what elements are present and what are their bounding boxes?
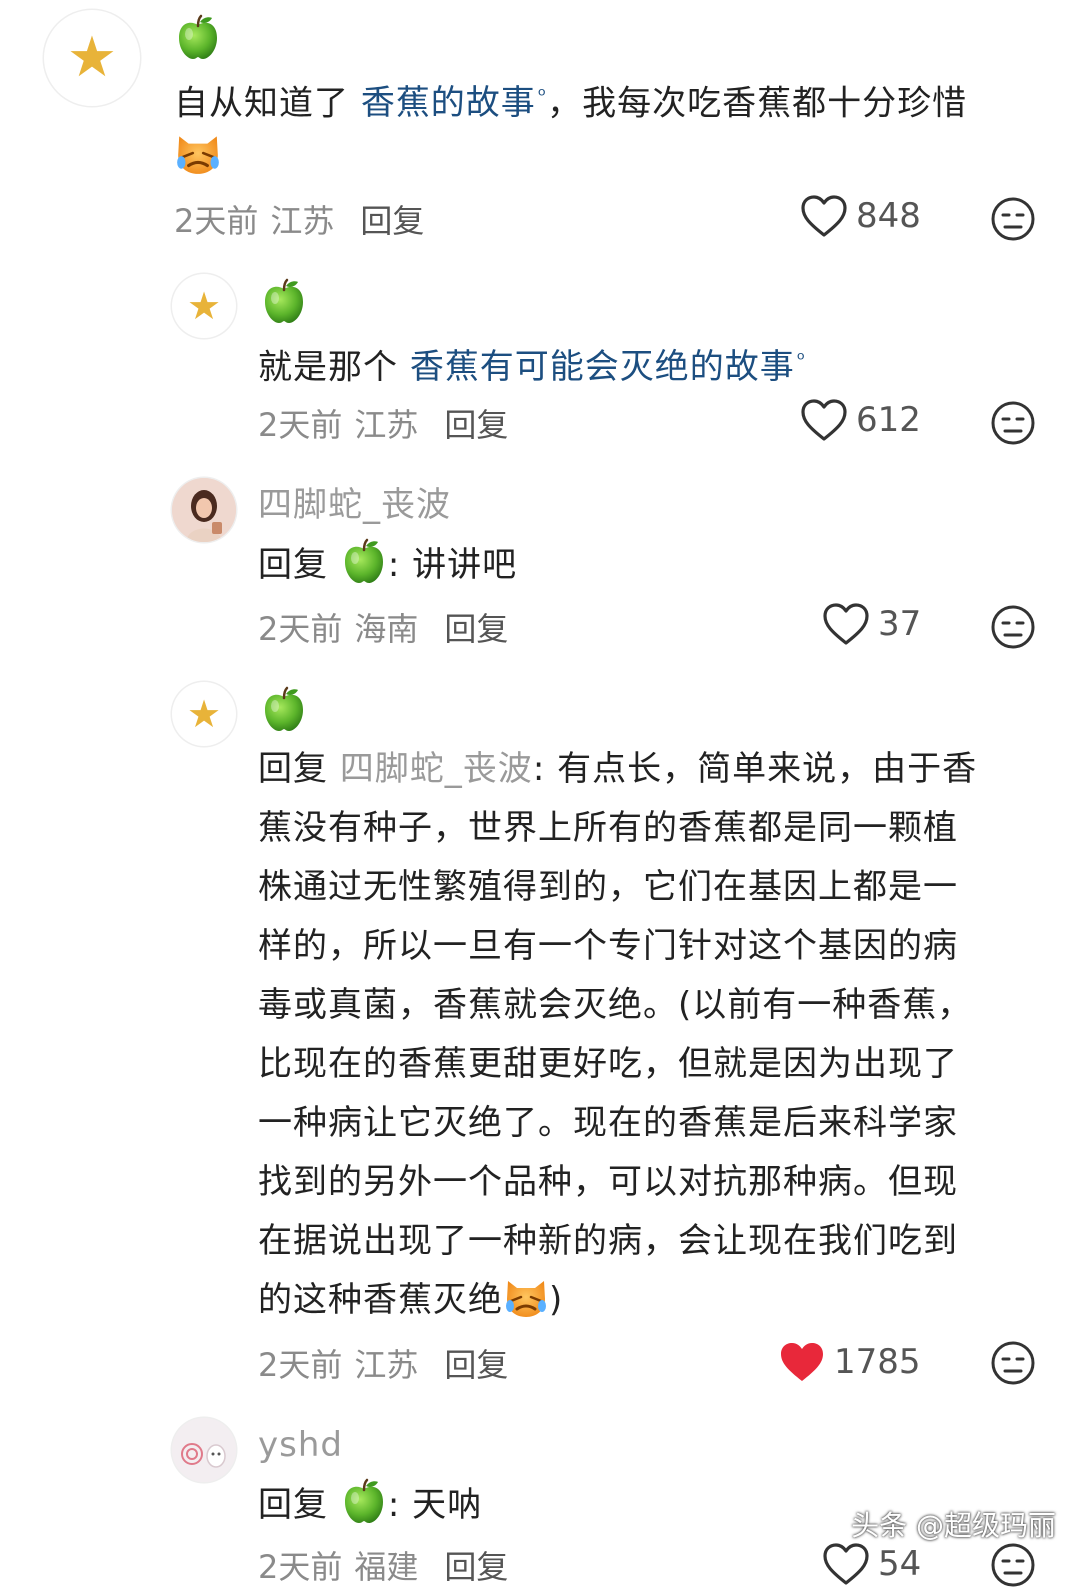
comment-location: 福建: [354, 1548, 419, 1586]
reply-prefix: 回复: [258, 1485, 328, 1525]
search-icon: ᵒ: [537, 83, 548, 107]
like-count: 54: [878, 1544, 922, 1584]
heart-icon: [800, 398, 848, 442]
star-icon: ★: [186, 284, 222, 328]
comment-time: 2天前: [258, 610, 343, 648]
apple-username-icon[interactable]: [342, 538, 386, 584]
dislike-icon[interactable]: [990, 604, 1036, 650]
dislike-icon[interactable]: [990, 400, 1036, 446]
search-link-label: 香蕉的故事: [360, 83, 536, 124]
reply-button[interactable]: 回复: [444, 406, 508, 444]
comment-meta: 2天前 江苏 回复: [258, 400, 508, 446]
comment-line: 样的，所以一旦有一个专门针对这个基因的病: [258, 926, 958, 966]
dislike-icon[interactable]: [990, 196, 1036, 242]
comment-text: 回复 : 讲讲吧: [258, 538, 517, 590]
comment-time: 2天前: [258, 1548, 343, 1586]
reply-to-username[interactable]: 四脚蛇_丧波: [340, 749, 533, 789]
dislike-icon[interactable]: [990, 1542, 1036, 1588]
comment-line-text: 的这种香蕉灭绝: [258, 1280, 503, 1320]
comment-text: 自从知道了 香蕉的故事 ᵒ，我每次吃香蕉都十分珍惜: [174, 70, 967, 128]
comment-line: 的这种香蕉灭绝): [258, 1271, 1038, 1330]
comment-meta: 2天前 江苏 回复: [174, 196, 424, 242]
comment-location: 江苏: [354, 406, 419, 444]
search-link[interactable]: 香蕉有可能会灭绝的故事 ᵒ: [410, 347, 806, 387]
comment-line: 一种病让它灭绝了。现在的香蕉是后来科学家: [258, 1103, 958, 1143]
avatar[interactable]: ★: [172, 274, 236, 338]
comment-text: 就是那个 香蕉有可能会灭绝的故事 ᵒ: [258, 334, 806, 392]
reply-button[interactable]: 回复: [444, 610, 508, 648]
heart-icon: [822, 602, 870, 646]
apple-username-icon[interactable]: [176, 14, 220, 60]
like-button[interactable]: 54: [822, 1542, 921, 1586]
comment-text-body: : 讲讲吧: [387, 545, 518, 585]
like-count: 1785: [834, 1342, 921, 1382]
apple-username-icon[interactable]: [342, 1478, 386, 1524]
avatar[interactable]: ★: [44, 10, 140, 106]
reply-prefix: 回复: [258, 749, 328, 789]
avatar[interactable]: [172, 1418, 236, 1482]
avatar[interactable]: ★: [172, 682, 236, 746]
comment-time: 2天前: [258, 1346, 343, 1384]
reply-button[interactable]: 回复: [360, 202, 424, 240]
profile-photo: [172, 478, 236, 542]
search-link[interactable]: 香蕉的故事 ᵒ: [361, 83, 547, 123]
username[interactable]: yshd: [258, 1420, 343, 1470]
dislike-icon[interactable]: [990, 1340, 1036, 1386]
comment-line: 株通过无性繁殖得到的，它们在基因上都是一: [258, 867, 958, 907]
comment-location: 江苏: [354, 1346, 419, 1384]
comment-location: 海南: [354, 610, 419, 648]
comment-line: 比现在的香蕉更甜更好吃，但就是因为出现了: [258, 1044, 958, 1084]
heart-icon: [822, 1542, 870, 1586]
like-count: 848: [856, 196, 921, 236]
reply-button[interactable]: 回复: [444, 1346, 508, 1384]
comment-text-suffix: ，我每次吃香蕉都十分珍惜: [547, 83, 968, 124]
like-count: 612: [856, 400, 921, 440]
apple-username-icon[interactable]: [262, 686, 306, 732]
comment-text-prefix: 自从知道了: [174, 83, 361, 124]
comment-time: 2天前: [258, 406, 343, 444]
comment-line-suffix: ): [549, 1280, 564, 1320]
comment-meta: 2天前 江苏 回复: [258, 1340, 508, 1386]
comment-line: 回复 四脚蛇_丧波: 有点长，简单来说，由于香: [258, 740, 1038, 799]
crying-cat-emoji: [174, 128, 222, 176]
avatar[interactable]: [172, 478, 236, 542]
comment-line-text: : 有点长，简单来说，由于香: [532, 749, 978, 789]
like-button[interactable]: 1785: [778, 1340, 921, 1384]
reply-button[interactable]: 回复: [444, 1548, 508, 1586]
heart-icon: [800, 194, 848, 238]
comment-text-prefix: 就是那个: [258, 347, 410, 388]
comment-line: 找到的另外一个品种，可以对抗那种病。但现: [258, 1162, 958, 1202]
watermark: 头条 @超级玛丽: [851, 1509, 1056, 1542]
comment-text: 回复 四脚蛇_丧波: 有点长，简单来说，由于香 蕉没有种子，世界上所有的香蕉都是…: [258, 740, 1038, 1330]
search-icon: ᵒ: [796, 347, 807, 371]
comment-meta: 2天前 海南 回复: [258, 604, 508, 650]
comment-line: 在据说出现了一种新的病，会让现在我们吃到: [258, 1221, 958, 1261]
username[interactable]: 四脚蛇_丧波: [258, 480, 451, 530]
comment-text-body: : 天呐: [387, 1485, 483, 1525]
profile-photo: [172, 1418, 236, 1482]
comment-location: 江苏: [270, 202, 335, 240]
comment-meta: 2天前 福建 回复: [258, 1542, 508, 1588]
like-button[interactable]: 848: [800, 194, 921, 238]
comment-line: 蕉没有种子，世界上所有的香蕉都是同一颗植: [258, 808, 958, 848]
comment-time: 2天前: [174, 202, 259, 240]
star-icon: ★: [186, 692, 222, 736]
like-count: 37: [878, 604, 922, 644]
star-icon: ★: [66, 25, 118, 90]
reply-prefix: 回复: [258, 545, 328, 585]
heart-filled-icon: [778, 1340, 826, 1384]
search-link-label: 香蕉有可能会灭绝的故事: [409, 347, 795, 388]
like-button[interactable]: 37: [822, 602, 921, 646]
like-button[interactable]: 612: [800, 398, 921, 442]
crying-cat-emoji: [503, 1273, 549, 1319]
comment-text: 回复 : 天呐: [258, 1478, 482, 1530]
apple-username-icon[interactable]: [262, 278, 306, 324]
comment-line: 毒或真菌，香蕉就会灭绝。(以前有一种香蕉，: [258, 985, 973, 1025]
